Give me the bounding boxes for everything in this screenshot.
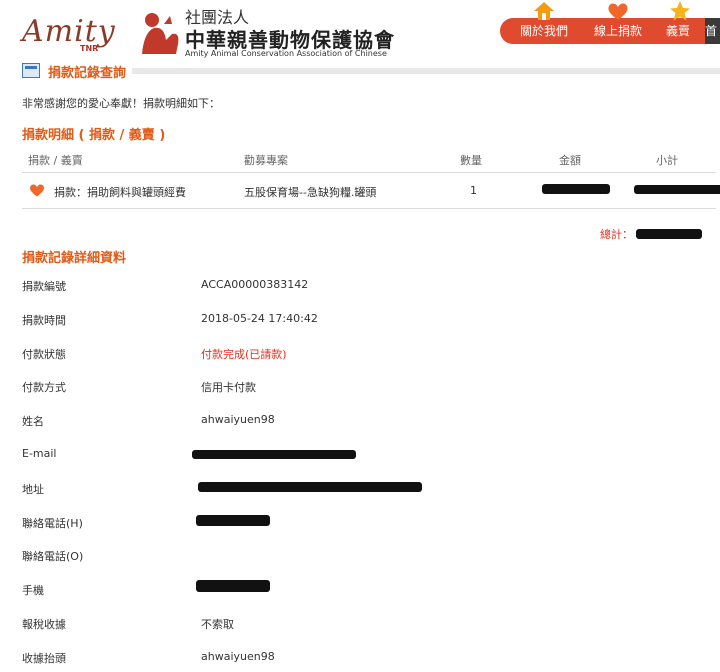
row-item: 捐款：捐助飼料與罐頭經費 xyxy=(54,186,186,199)
redacted-mobile xyxy=(196,580,270,592)
col-header-item: 捐款 / 義賣 xyxy=(28,154,83,167)
value-receipt-title: ahwaiyuen98 xyxy=(201,650,275,663)
nav-donate[interactable]: 線上捐款 xyxy=(586,3,650,44)
label-name: 姓名 xyxy=(22,415,44,428)
row-qty: 1 xyxy=(470,184,477,197)
value-payment-status: 付款完成(已請款) xyxy=(201,348,287,361)
value-donation-id: ACCA00000383142 xyxy=(201,278,309,291)
col-header-subtotal: 小計 xyxy=(656,154,678,167)
redacted-subtotal xyxy=(634,185,720,194)
heart-icon xyxy=(30,184,44,197)
row-project[interactable]: 五股保育場--急缺狗糧.罐頭 xyxy=(244,184,376,200)
site-header: Amity TNR 社團法人 中華親善動物保護協會 Amity Animal C… xyxy=(0,0,720,58)
table-row: 捐款：捐助飼料與罐頭經費 五股保育場--急缺狗糧.罐頭 1 xyxy=(22,173,720,209)
label-address: 地址 xyxy=(22,483,44,496)
label-payment-status: 付款狀態 xyxy=(22,348,66,361)
label-payment-method: 付款方式 xyxy=(22,381,66,394)
window-icon xyxy=(22,63,40,78)
col-header-qty: 數量 xyxy=(460,154,482,167)
col-header-amount: 金額 xyxy=(559,154,581,167)
label-home-phone: 聯絡電話(H) xyxy=(22,517,83,530)
redacted-home-phone xyxy=(196,515,270,526)
nav-home-partial-label: 首 xyxy=(705,24,718,38)
nav-charity-sale[interactable]: 義賣 xyxy=(658,1,698,44)
value-donation-time: 2018-05-24 17:40:42 xyxy=(201,312,318,325)
record-heading: 捐款記錄詳細資料 xyxy=(22,251,127,266)
thank-you-message: 非常感謝您的愛心奉獻！捐款明細如下： xyxy=(22,97,220,110)
redacted-total xyxy=(636,229,702,239)
label-donation-time: 捐款時間 xyxy=(22,314,66,327)
logo-english-name: Amity Animal Conservation Association of… xyxy=(185,49,387,58)
redacted-address xyxy=(198,482,422,492)
nav-charity-sale-label: 義賣 xyxy=(665,24,690,38)
value-name: ahwaiyuen98 xyxy=(201,413,275,426)
nav-donate-label: 線上捐款 xyxy=(593,24,642,38)
details-heading: 捐款明細 ( 捐款 / 義賣 ) xyxy=(22,128,166,143)
nav-about[interactable]: 關於我們 xyxy=(512,2,576,44)
label-email: E-mail xyxy=(22,447,57,460)
title-divider xyxy=(132,68,720,74)
label-tax-receipt: 報稅收據 xyxy=(22,618,66,631)
nav-about-label: 關於我們 xyxy=(519,24,568,38)
home-icon xyxy=(534,2,554,20)
star-icon xyxy=(670,1,690,21)
label-office-phone: 聯絡電話(O) xyxy=(22,550,84,563)
total-label: 總計： xyxy=(600,228,633,241)
value-payment-method: 信用卡付款 xyxy=(201,381,256,394)
site-logo[interactable]: Amity TNR 社團法人 中華親善動物保護協會 Amity Animal C… xyxy=(20,4,420,58)
redacted-email xyxy=(192,450,356,459)
heart-icon xyxy=(608,3,628,21)
redacted-amount xyxy=(542,184,610,194)
label-receipt-title: 收據抬頭 xyxy=(22,652,66,665)
table-header: 捐款 / 義賣 勸募專案 數量 金額 小計 xyxy=(22,146,716,173)
page-title-bar: 捐款記錄查詢 xyxy=(22,62,720,81)
value-tax-receipt: 不索取 xyxy=(201,618,234,631)
logo-tnr-text: TNR xyxy=(80,44,99,53)
main-nav: 關於我們 線上捐款 義賣 xyxy=(500,1,720,44)
label-donation-id: 捐款編號 xyxy=(22,280,66,293)
pets-silhouette-icon xyxy=(142,13,179,54)
page: Amity TNR 社團法人 中華親善動物保護協會 Amity Animal C… xyxy=(0,0,720,672)
logo-amity-text: Amity xyxy=(22,14,116,49)
label-mobile: 手機 xyxy=(22,584,44,597)
nav-home-partial[interactable]: 首 xyxy=(705,18,720,44)
page-title: 捐款記錄查詢 xyxy=(48,66,127,81)
col-header-project: 勸募專案 xyxy=(244,154,288,167)
